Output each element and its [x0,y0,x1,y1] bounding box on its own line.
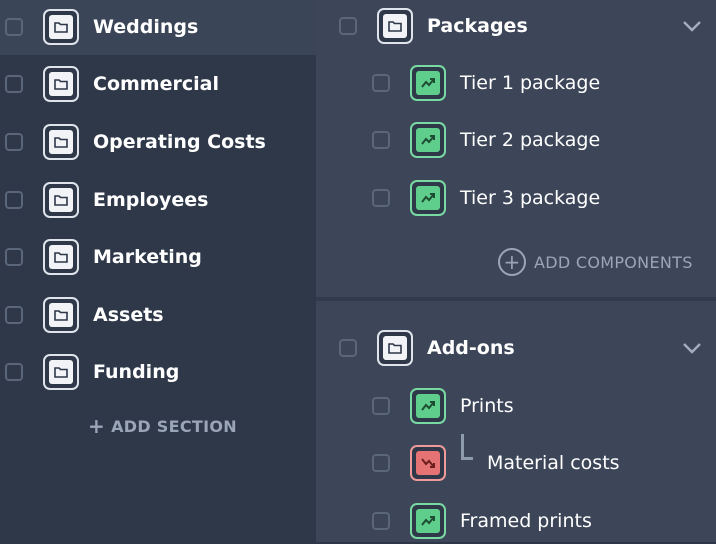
section-checkbox[interactable] [5,133,23,151]
add-section-button[interactable]: + ADD SECTION [88,416,237,436]
sidebar-item-assets[interactable]: Assets [5,292,164,338]
component-label: Tier 2 package [460,129,601,151]
section-label: Funding [93,361,180,383]
plus-icon: + [498,248,526,276]
section-label: Weddings [93,16,199,38]
chevron-down-icon[interactable] [680,336,704,360]
trend-up-icon [410,122,446,158]
add-section-label: ADD SECTION [111,416,237,436]
component-row-tier-3-package[interactable]: Tier 3 package [372,175,600,221]
group-title: Add-ons [427,337,515,359]
sidebar-item-employees[interactable]: Employees [5,177,208,223]
add-components-button[interactable]: + ADD COMPONENTS [498,248,693,276]
group-checkbox[interactable] [339,17,357,35]
component-label: Framed prints [460,510,592,532]
component-label: Material costs [487,452,620,474]
component-checkbox[interactable] [372,397,390,415]
component-checkbox[interactable] [372,74,390,92]
group-header-add-ons[interactable]: Add-ons [339,325,515,371]
folder-icon [43,354,79,390]
trend-down-icon [410,445,446,481]
section-label: Employees [93,189,209,211]
section-checkbox[interactable] [5,306,23,324]
group-divider [316,297,716,301]
section-label: Marketing [93,246,202,268]
trend-up-icon [410,503,446,539]
component-label: Prints [460,395,514,417]
folder-icon [43,297,79,333]
section-checkbox[interactable] [5,191,23,209]
folder-icon [43,66,79,102]
section-checkbox[interactable] [5,248,23,266]
sidebar-item-operating-costs[interactable]: Operating Costs [5,119,266,165]
component-row-tier-1-package[interactable]: Tier 1 package [372,60,600,106]
component-checkbox[interactable] [372,131,390,149]
component-row-tier-2-package[interactable]: Tier 2 package [372,117,600,163]
component-label: Tier 1 package [460,72,601,94]
sidebar-item-weddings[interactable]: Weddings [5,4,198,50]
section-label: Assets [93,304,164,326]
folder-icon [43,9,79,45]
chevron-down-icon[interactable] [680,14,704,38]
component-checkbox[interactable] [372,512,390,530]
folder-icon [377,8,413,44]
trend-up-icon [410,388,446,424]
section-label: Commercial [93,73,219,95]
trend-up-icon [410,180,446,216]
section-checkbox[interactable] [5,18,23,36]
sidebar-item-funding[interactable]: Funding [5,349,179,395]
group-checkbox[interactable] [339,339,357,357]
sidebar-item-commercial[interactable]: Commercial [5,61,219,107]
section-label: Operating Costs [93,131,266,153]
add-components-label: ADD COMPONENTS [534,252,693,272]
folder-icon [377,330,413,366]
component-row-prints[interactable]: Prints [372,383,514,429]
component-checkbox[interactable] [372,189,390,207]
group-title: Packages [427,15,528,37]
plus-icon: + [88,414,106,438]
trend-up-icon [410,65,446,101]
sidebar-item-marketing[interactable]: Marketing [5,234,202,280]
folder-icon [43,124,79,160]
folder-icon [43,239,79,275]
component-label: Tier 3 package [460,187,601,209]
component-row-framed-prints[interactable]: Framed prints [372,498,592,544]
section-checkbox[interactable] [5,363,23,381]
component-checkbox[interactable] [372,454,390,472]
folder-icon [43,182,79,218]
section-checkbox[interactable] [5,75,23,93]
component-row-material-costs[interactable]: Material costs [372,440,620,486]
group-header-packages[interactable]: Packages [339,3,528,49]
